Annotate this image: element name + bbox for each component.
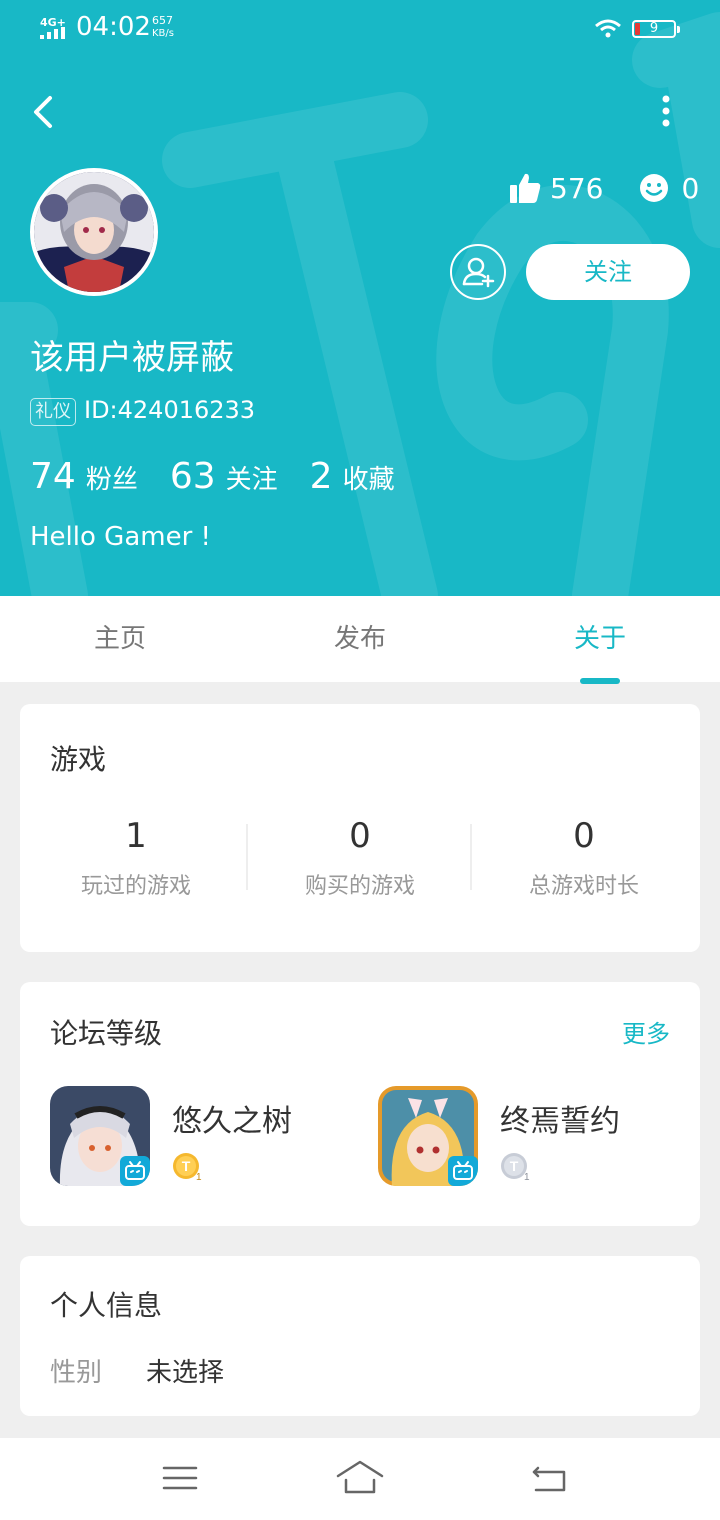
favorites-label[interactable]: 收藏 — [343, 459, 395, 496]
smile-icon — [640, 174, 669, 202]
tab-indicator — [580, 678, 620, 684]
svg-text:1: 1 — [524, 1172, 530, 1182]
thumbs-up-icon — [510, 173, 541, 203]
home-icon — [336, 1460, 384, 1494]
gender-label: 性别 — [50, 1358, 103, 1388]
likes-group[interactable]: 576 — [508, 171, 603, 205]
bilibili-icon — [448, 1156, 478, 1186]
username: 该用户被屏蔽 — [30, 338, 234, 378]
back-arrow-icon — [34, 96, 52, 128]
forum-name: 悠久之树 — [172, 1104, 292, 1139]
gender-value: 未选择 — [146, 1358, 225, 1388]
fans-count[interactable]: 74 — [30, 456, 76, 497]
tab-posts[interactable]: 发布 — [240, 596, 480, 682]
more-link[interactable]: 更多 — [622, 1014, 670, 1049]
level-badge-silver: T 1 — [501, 1153, 530, 1182]
forum-item[interactable]: 悠久之树 T 1 — [50, 1086, 350, 1188]
return-icon — [532, 1466, 566, 1492]
back-button[interactable] — [26, 90, 66, 134]
total-playtime-stat[interactable]: 0 总游戏时长 — [472, 816, 696, 900]
personal-info-card: 个人信息 性别 未选择 — [20, 1256, 700, 1416]
avatar-image — [34, 172, 154, 292]
forum-item[interactable]: 终焉誓约 T 1 — [378, 1086, 678, 1188]
wifi-icon — [595, 19, 621, 38]
follow-counts: 74 粉丝 63 关注 2 收藏 — [30, 456, 427, 497]
svg-text:T: T — [510, 1158, 519, 1174]
more-vertical-icon — [662, 95, 670, 127]
likes-count: 576 — [550, 171, 604, 205]
total-playtime-value: 0 — [573, 816, 595, 856]
clock: 04:02 — [76, 12, 151, 42]
bilibili-icon — [120, 1156, 150, 1186]
network-speed: 657 KB/s — [152, 14, 174, 39]
played-games-count: 1 — [125, 816, 147, 856]
reaction-stats: 576 0 — [508, 166, 699, 210]
games-card: 游戏 1 玩过的游戏 0 购买的游戏 0 总游戏时长 — [20, 704, 700, 952]
gender-row: 性别 未选择 — [50, 1352, 224, 1389]
svg-text:1: 1 — [196, 1172, 202, 1182]
games-title: 游戏 — [50, 743, 107, 776]
smiles-count: 0 — [681, 171, 700, 205]
menu-button[interactable] — [156, 1458, 204, 1498]
personal-info-title: 个人信息 — [50, 1289, 163, 1322]
favorites-count[interactable]: 2 — [310, 456, 333, 497]
smiles-group[interactable]: 0 — [639, 172, 699, 205]
forum-level-card: 论坛等级 更多 悠久之树 T 1 终焉誓约 T 1 — [20, 982, 700, 1226]
game-icon — [378, 1086, 478, 1186]
following-label[interactable]: 关注 — [226, 459, 278, 496]
menu-icon — [162, 1466, 198, 1490]
svg-text:T: T — [182, 1158, 191, 1174]
follow-button[interactable]: 关注 — [526, 244, 690, 300]
battery-icon: 9 — [632, 20, 680, 38]
status-bar: 4G+ 04:02 657 KB/s 9 — [0, 0, 720, 58]
add-friend-icon — [462, 257, 495, 288]
played-games-label: 玩过的游戏 — [80, 874, 191, 899]
system-nav-bar — [0, 1438, 720, 1520]
tab-home[interactable]: 主页 — [0, 596, 240, 682]
played-games-stat[interactable]: 1 玩过的游戏 — [24, 816, 248, 900]
purchased-games-stat[interactable]: 0 购买的游戏 — [248, 816, 472, 900]
add-friend-button[interactable] — [450, 244, 506, 300]
forum-name: 终焉誓约 — [500, 1104, 620, 1139]
total-playtime-label: 总游戏时长 — [528, 874, 639, 899]
purchased-games-label: 购买的游戏 — [304, 874, 415, 899]
fans-label[interactable]: 粉丝 — [86, 459, 138, 496]
level-badge-gold: T 1 — [173, 1153, 202, 1182]
tab-about[interactable]: 关于 — [480, 596, 720, 682]
user-id: ID:424016233 — [84, 396, 256, 424]
profile-header: 4G+ 04:02 657 KB/s 9 576 0 关注 该用户被屏蔽 礼仪 … — [0, 0, 720, 596]
return-button[interactable] — [526, 1458, 574, 1498]
forum-level-title: 论坛等级 — [50, 1017, 163, 1050]
profile-tabs: 主页 发布 关于 — [0, 596, 720, 682]
following-count[interactable]: 63 — [170, 456, 216, 497]
signal-icon — [40, 27, 70, 39]
etiquette-badge[interactable]: 礼仪 — [30, 398, 76, 426]
battery-level: 9 — [649, 21, 659, 36]
more-options-button[interactable] — [646, 90, 686, 134]
game-icon — [50, 1086, 150, 1186]
home-button[interactable] — [336, 1458, 384, 1498]
avatar[interactable] — [30, 168, 158, 296]
user-bio: Hello Gamer ! — [30, 522, 211, 552]
purchased-games-count: 0 — [349, 816, 371, 856]
